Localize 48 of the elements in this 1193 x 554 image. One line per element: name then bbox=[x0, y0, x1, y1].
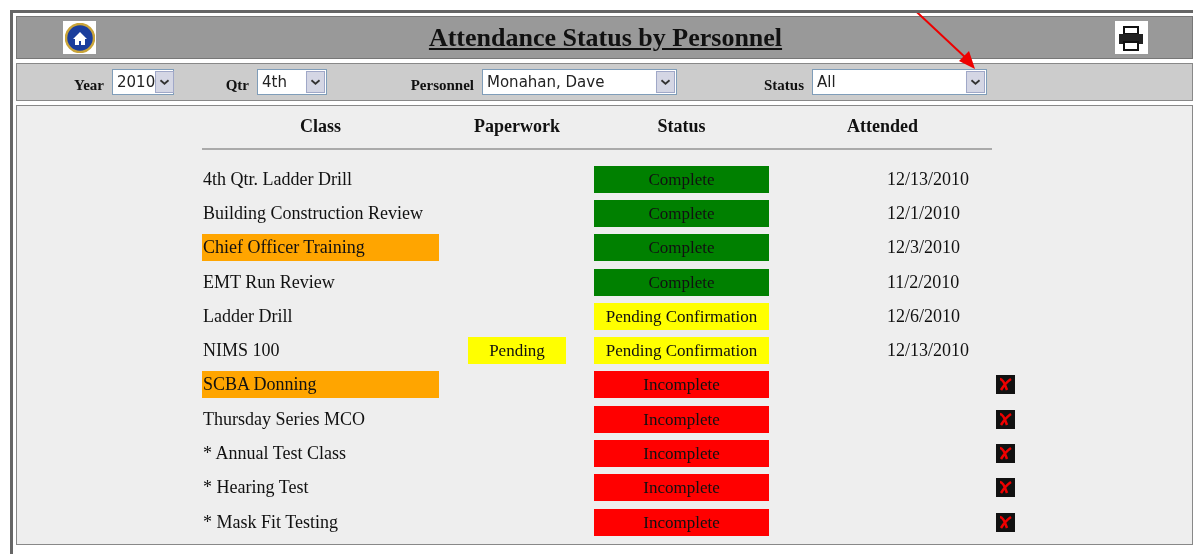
class-name: * Mask Fit Testing bbox=[202, 510, 339, 534]
dropdown[interactable]: All bbox=[812, 69, 987, 95]
filter-label: Year bbox=[73, 76, 105, 94]
status-badge: Complete bbox=[594, 165, 769, 193]
attended-date: 12/3/2010 bbox=[886, 236, 961, 260]
status-badge: Complete bbox=[594, 234, 769, 262]
class-name: NIMS 100 bbox=[202, 339, 281, 363]
dropdown[interactable]: Monahan, Dave bbox=[482, 69, 677, 95]
status-badge: Pending Confirmation bbox=[594, 302, 769, 330]
attended-date: 12/1/2010 bbox=[886, 201, 961, 225]
dropdown[interactable]: 2010 bbox=[112, 69, 174, 95]
x-mark-icon[interactable] bbox=[996, 409, 1015, 429]
class-name: * Annual Test Class bbox=[202, 442, 347, 465]
filter-label: Personnel bbox=[409, 76, 475, 94]
filter-label: Qtr bbox=[224, 76, 250, 94]
class-name: SCBA Donning bbox=[202, 371, 439, 399]
page-title: Attendance Status by Personnel bbox=[428, 21, 783, 54]
status-badge: Complete bbox=[594, 199, 769, 227]
attended-date: 12/6/2010 bbox=[886, 304, 961, 328]
status-badge: Incomplete bbox=[594, 508, 769, 536]
column-header: Attended bbox=[846, 115, 919, 138]
column-header: Paperwork bbox=[473, 115, 561, 138]
status-badge: Incomplete bbox=[594, 371, 769, 399]
x-mark-icon[interactable] bbox=[996, 512, 1015, 532]
paperwork-status: Pending bbox=[468, 337, 566, 365]
class-name: 4th Qtr. Ladder Drill bbox=[202, 167, 353, 191]
attended-date: 12/13/2010 bbox=[886, 167, 970, 191]
class-name: Thursday Series MCO bbox=[202, 407, 366, 431]
class-name: Chief Officer Training bbox=[202, 234, 439, 262]
x-mark-icon[interactable] bbox=[996, 375, 1015, 395]
filter-label: Status bbox=[763, 76, 805, 94]
status-badge: Pending Confirmation bbox=[594, 337, 769, 365]
class-name: Building Construction Review bbox=[202, 201, 424, 225]
column-header: Class bbox=[299, 115, 342, 138]
class-name: EMT Run Review bbox=[202, 270, 336, 294]
home-icon[interactable] bbox=[63, 21, 96, 54]
attended-date: 11/2/2010 bbox=[886, 270, 961, 294]
status-badge: Incomplete bbox=[594, 440, 769, 467]
class-name: * Hearing Test bbox=[202, 476, 310, 500]
status-badge: Incomplete bbox=[594, 474, 769, 502]
x-mark-icon[interactable] bbox=[996, 478, 1015, 498]
status-badge: Incomplete bbox=[594, 405, 769, 433]
status-badge: Complete bbox=[594, 268, 769, 296]
printer-icon[interactable] bbox=[1115, 21, 1148, 54]
dropdown[interactable]: 4th bbox=[257, 69, 327, 95]
column-header: Status bbox=[656, 115, 707, 138]
attended-date: 12/13/2010 bbox=[886, 339, 970, 363]
class-name: Ladder Drill bbox=[202, 304, 294, 328]
